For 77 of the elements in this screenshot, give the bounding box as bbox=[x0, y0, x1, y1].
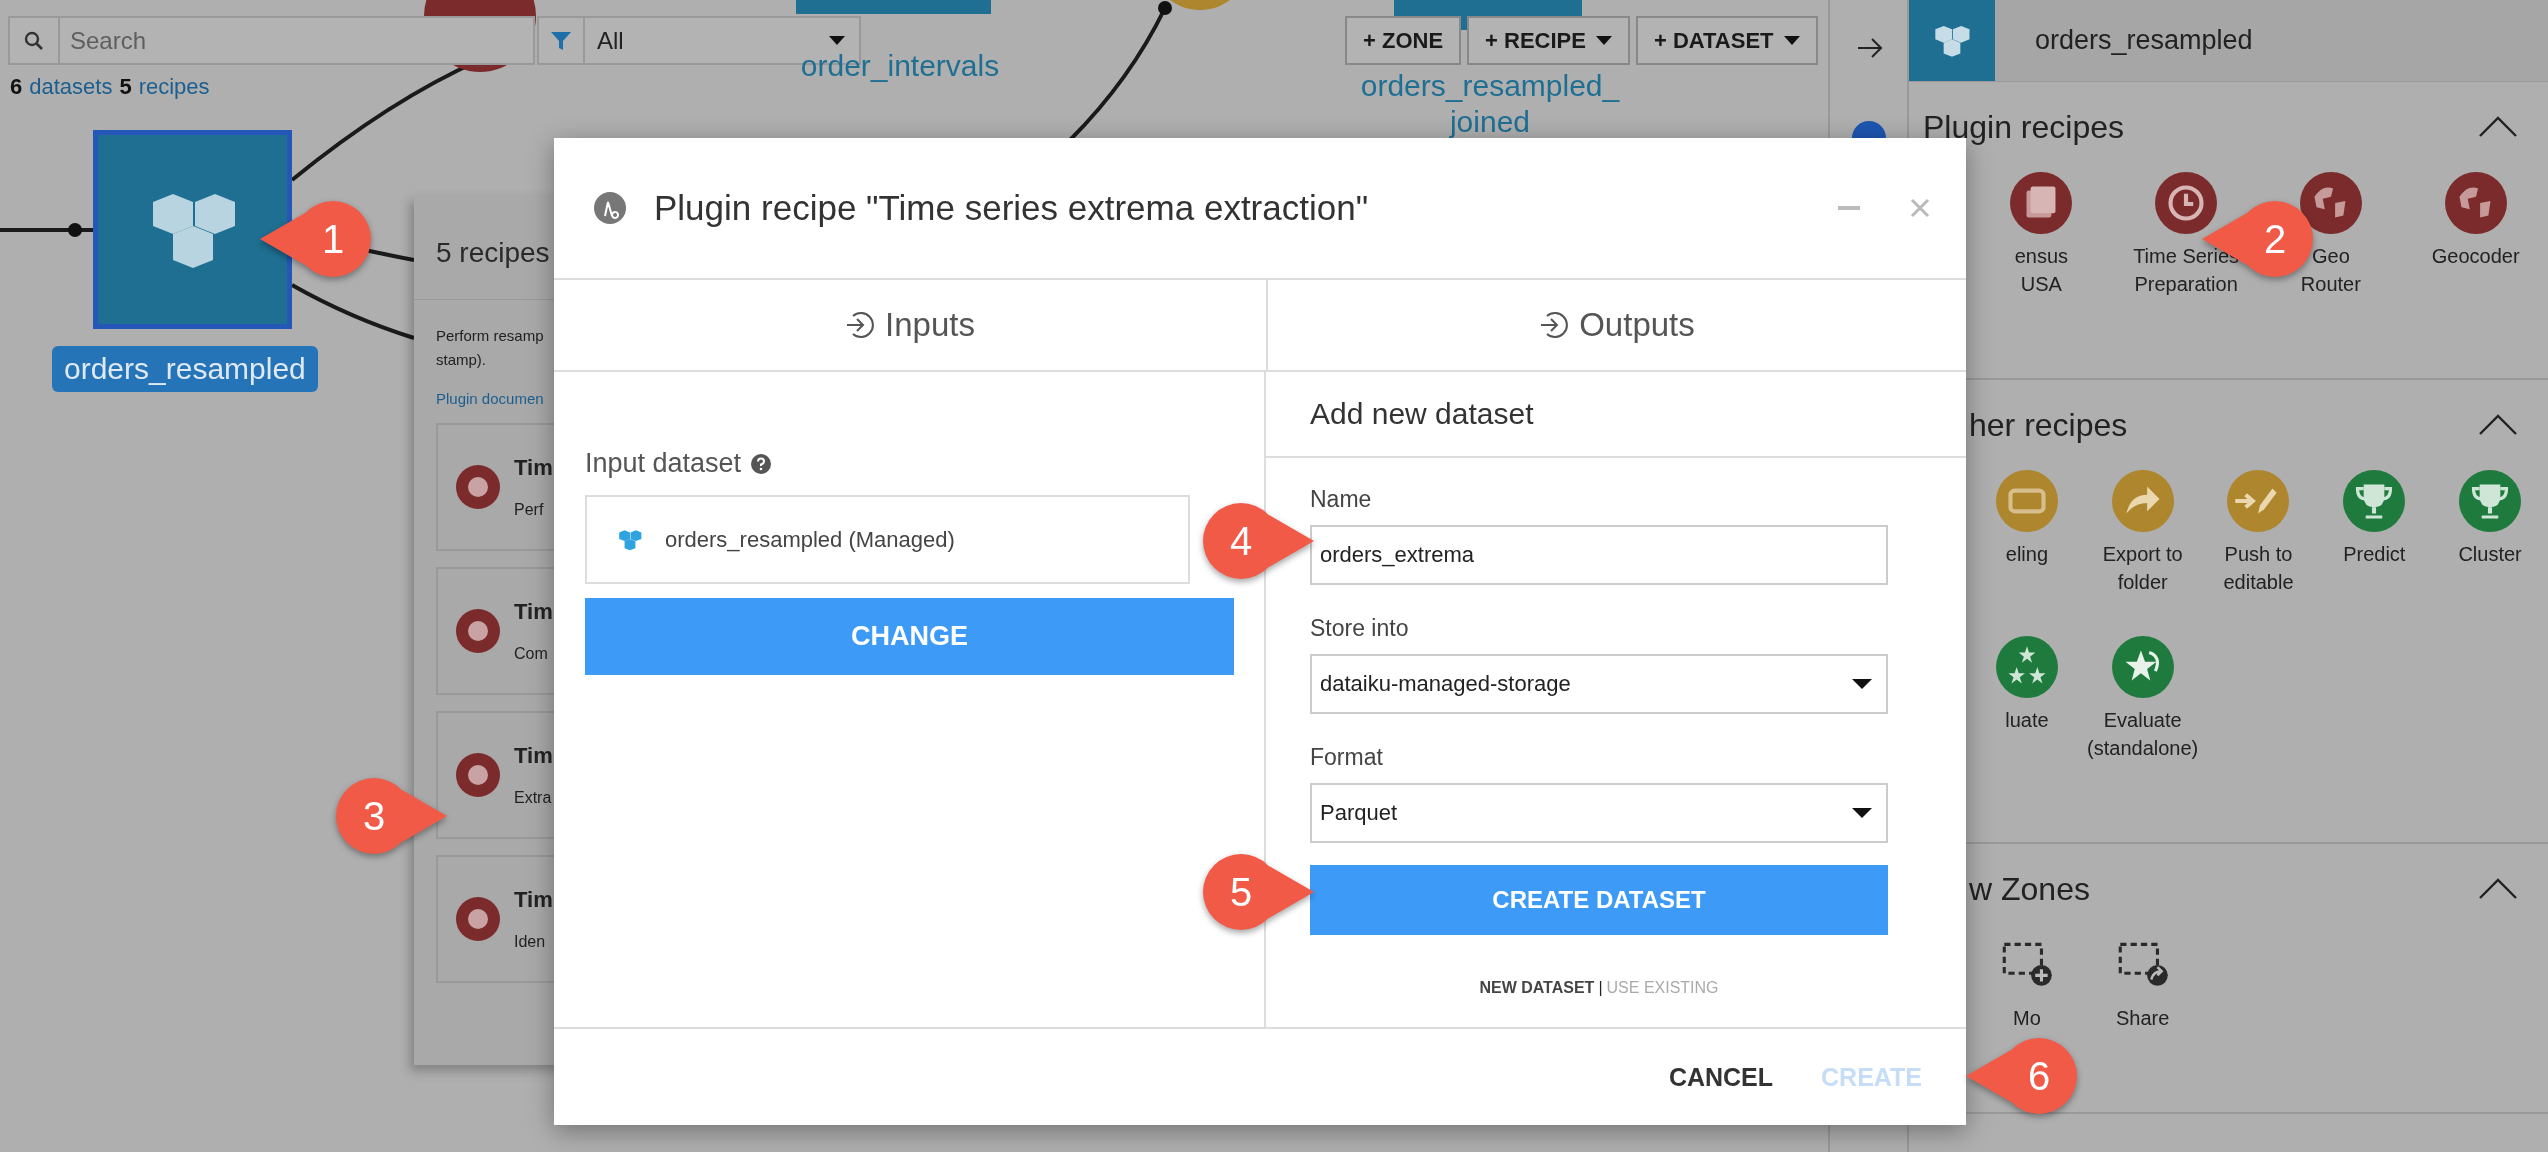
book-icon[interactable] bbox=[2010, 172, 2073, 234]
recipe-title: Tim bbox=[514, 599, 553, 625]
stars-icon[interactable] bbox=[1995, 636, 2058, 698]
add-button[interactable]: + ZONE bbox=[1345, 16, 1462, 65]
recipe-label: Geocoder bbox=[2431, 244, 2520, 269]
recipe-title: Tim bbox=[514, 743, 553, 769]
caret-icon bbox=[1852, 679, 1872, 689]
add-button[interactable]: + RECIPE bbox=[1467, 16, 1630, 65]
section-title: w Zones bbox=[1968, 870, 2090, 908]
recipe-label: Export to folder bbox=[2102, 542, 2183, 595]
column-header: Inputs bbox=[845, 306, 975, 344]
caret-icon bbox=[829, 36, 845, 45]
column-header: Outputs bbox=[1539, 306, 1695, 344]
select-field[interactable]: dataiku-managed-storage bbox=[1310, 654, 1888, 714]
section-heading: Add new dataset bbox=[1266, 372, 1966, 458]
field-label: Format bbox=[1310, 744, 1384, 771]
count-text: 6 bbox=[10, 74, 23, 100]
dialog-title: Plugin recipe "Time series extrema extraction" bbox=[654, 188, 1370, 228]
help-icon[interactable] bbox=[751, 453, 772, 474]
recipe-title: Tim bbox=[514, 887, 553, 913]
recipe-icon bbox=[456, 465, 500, 509]
caret-icon bbox=[1595, 36, 1612, 45]
recipe-label: ensus USA bbox=[2014, 244, 2069, 297]
arrow-right-icon[interactable] bbox=[1857, 38, 1883, 58]
recipe-label: Push to editable bbox=[2223, 542, 2294, 595]
mode-tab[interactable]: NEW DATASET bbox=[1479, 979, 1595, 997]
recipe-label: Evaluate (standalone) bbox=[2087, 708, 2199, 761]
recipe-icon bbox=[456, 609, 500, 653]
field-label: Input dataset bbox=[585, 448, 742, 479]
panel-title: 5 recipes bbox=[436, 237, 551, 269]
connector-dot bbox=[68, 223, 82, 237]
recipe-label: Predict bbox=[2343, 542, 2406, 567]
field-label: Store into bbox=[1310, 615, 1410, 642]
chevron-icon[interactable] bbox=[2478, 878, 2518, 900]
sign-in-icon bbox=[1539, 310, 1570, 340]
name-field[interactable]: orders_extrema bbox=[1310, 525, 1888, 585]
dataset-name: orders_resampled (Managed) bbox=[665, 526, 955, 553]
recipe-description: Extra bbox=[514, 789, 553, 807]
plugin-icon bbox=[594, 192, 626, 224]
recipe-description: Perf bbox=[514, 501, 545, 519]
sign-in-icon bbox=[845, 310, 876, 340]
dataset-label[interactable]: orders_resampled bbox=[52, 346, 318, 392]
trophy-icon[interactable] bbox=[2343, 470, 2406, 532]
clock-icon[interactable] bbox=[2155, 172, 2218, 234]
round-badge-icon bbox=[1852, 121, 1886, 138]
search-field[interactable]: Search bbox=[60, 16, 535, 65]
panel-description: Perform resamp bbox=[436, 326, 545, 346]
count-text: 5 bbox=[119, 74, 132, 100]
recipe-description: Iden bbox=[514, 933, 547, 951]
caret-icon bbox=[1783, 36, 1800, 45]
recipe-label: Cluster bbox=[2458, 542, 2522, 567]
connector-dot bbox=[1158, 1, 1172, 15]
push-pencil-icon[interactable] bbox=[2227, 470, 2290, 532]
recipe-label: Mo bbox=[2013, 1006, 2041, 1031]
dialog-button[interactable]: CANCEL bbox=[1664, 1054, 1778, 1100]
section-title: her recipes bbox=[1968, 406, 2128, 444]
caret-icon bbox=[1852, 808, 1872, 818]
recipe-label: Share bbox=[2116, 1006, 2170, 1031]
dataset-node[interactable] bbox=[93, 130, 292, 329]
section-title: Plugin recipes bbox=[1922, 108, 2124, 146]
dataset-name: orders_resampled bbox=[2035, 25, 2253, 56]
panel-description: stamp). bbox=[436, 350, 487, 370]
separator-text: | bbox=[1598, 979, 1603, 997]
recipe-description: Com bbox=[514, 645, 549, 663]
chevron-icon[interactable] bbox=[2478, 414, 2518, 436]
select-field[interactable]: Parquet bbox=[1310, 783, 1888, 843]
add-button[interactable]: + DATASET bbox=[1635, 16, 1818, 65]
recipe-label: eling bbox=[2005, 542, 2049, 567]
recipe-title: Tim bbox=[514, 455, 553, 481]
filter-icon bbox=[550, 29, 572, 52]
recipe-label: Geo Router bbox=[2300, 244, 2361, 297]
search-icon bbox=[24, 30, 44, 51]
recipe-icon bbox=[456, 753, 500, 797]
chevron-icon[interactable] bbox=[2478, 116, 2518, 138]
trophy-icon[interactable] bbox=[2459, 470, 2522, 532]
recipe-label: luate bbox=[2005, 708, 2049, 733]
recipe-icon bbox=[456, 897, 500, 941]
